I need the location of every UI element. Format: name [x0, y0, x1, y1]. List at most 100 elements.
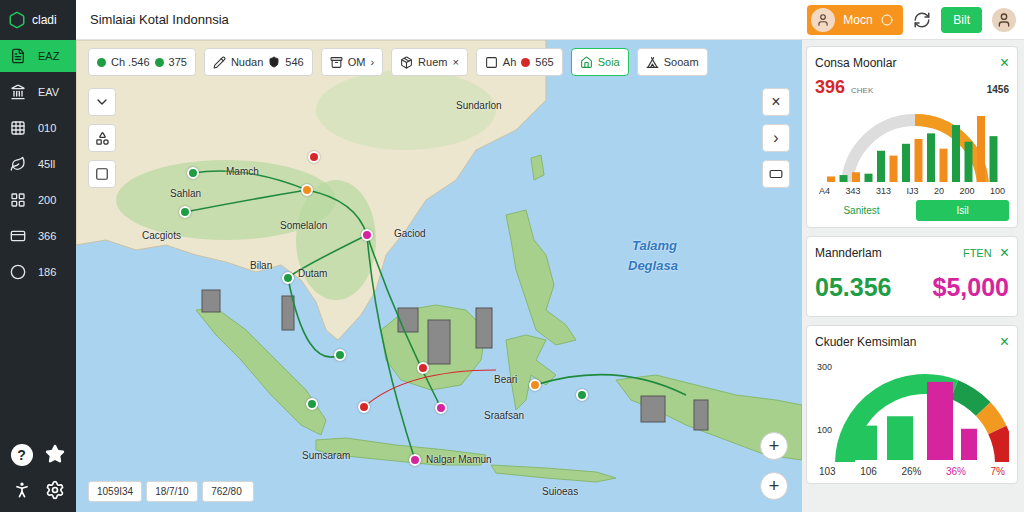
value-left: 396	[815, 77, 845, 98]
summary-values: 05.356$5,000	[815, 267, 1009, 310]
map-pin[interactable]	[529, 379, 541, 391]
chip-trail[interactable]: ›	[370, 56, 374, 68]
landmark-building	[694, 400, 708, 430]
sidebar-item-label: 366	[38, 230, 56, 242]
axis-label: 343	[845, 186, 860, 196]
map-pin[interactable]	[576, 389, 588, 401]
map-filter-chip[interactable]: Ch .546 375	[88, 48, 196, 76]
map-pin[interactable]	[361, 229, 373, 241]
map-filter-chip[interactable]: Ah565	[476, 48, 563, 76]
map-label: Talamg	[632, 238, 677, 253]
sidebar-item[interactable]: EAZ	[0, 40, 76, 72]
route-line	[364, 370, 496, 407]
route-line	[367, 235, 415, 460]
shield-icon	[268, 56, 280, 68]
card-header: MannderlamFTEN×	[815, 243, 1009, 263]
view-button[interactable]	[762, 160, 790, 188]
map-pin[interactable]	[282, 272, 294, 284]
zoom-button[interactable]: +	[760, 472, 788, 500]
close-button[interactable]: ×	[1000, 55, 1009, 71]
monitor-buttons: Sanitest Isil	[815, 200, 1009, 221]
chip-trail[interactable]: ×	[452, 56, 458, 68]
sidebar-item[interactable]: EAV	[0, 76, 76, 108]
sidebar-item[interactable]: 366	[0, 220, 76, 252]
window-title: Simlaiai Kotal Indonnsia	[90, 12, 797, 27]
map-filter-chip[interactable]: Nudan 546	[204, 48, 313, 76]
profile-avatar[interactable]	[992, 8, 1016, 32]
status-chart: 300100	[815, 356, 1009, 462]
next-button[interactable]: ›	[762, 124, 790, 152]
map-label: Deglasa	[628, 258, 678, 273]
chip-label: Sooam	[664, 56, 699, 68]
map-drawing[interactable]	[76, 40, 802, 512]
coordinate-field[interactable]: 1059I34	[88, 481, 142, 502]
map-right-controls: ×›	[762, 88, 790, 188]
logo-text: cladi	[32, 13, 57, 27]
user-button[interactable]: Mocn	[807, 5, 903, 35]
map-pin[interactable]	[301, 184, 313, 196]
refresh-icon[interactable]	[913, 11, 931, 29]
collapse-button[interactable]	[88, 88, 116, 116]
status-dot-icon	[97, 58, 106, 67]
action-button[interactable]: Bilt	[941, 7, 982, 33]
map-pin[interactable]	[334, 349, 346, 361]
map-pin[interactable]	[409, 454, 421, 466]
map-filter-chip[interactable]: OM ›	[321, 48, 383, 76]
card-title: Consa Moonlar	[815, 56, 992, 70]
zoom-button[interactable]: +	[760, 432, 788, 460]
gauge-track	[847, 120, 983, 182]
chart-bar	[865, 174, 873, 182]
close-button[interactable]: ×	[1000, 334, 1009, 350]
panel-button[interactable]: Isil	[916, 200, 1009, 221]
map-pin[interactable]	[358, 401, 370, 413]
page-button[interactable]	[88, 160, 116, 188]
coordinate-field[interactable]: 18/7/10	[146, 481, 198, 502]
gear-icon[interactable]	[45, 480, 65, 500]
map[interactable]: SundarlonMamchSahlanCacgiotsSomelalonGac…	[76, 40, 802, 512]
sidebar-item-icon	[10, 120, 26, 136]
map-pin[interactable]	[179, 206, 191, 218]
map-label: Sumsaram	[302, 450, 350, 461]
person-icon[interactable]	[12, 480, 32, 500]
island	[381, 305, 486, 390]
star-icon[interactable]	[45, 444, 65, 464]
chart-bar	[990, 136, 998, 182]
coordinate-field[interactable]: 762/80	[202, 481, 254, 502]
map-pin[interactable]	[306, 398, 318, 410]
sidebar-item[interactable]: 200	[0, 184, 76, 216]
close-button[interactable]: ×	[762, 88, 790, 116]
archive-icon	[330, 56, 343, 69]
package-icon	[400, 56, 413, 69]
landmark-building	[282, 296, 294, 330]
chart-bar	[952, 125, 960, 182]
sidebar-item-label: 45ll	[38, 158, 55, 170]
logo[interactable]: cladi	[0, 0, 76, 40]
landmark-building	[641, 396, 665, 422]
map-pin[interactable]	[417, 362, 429, 374]
help-button[interactable]: ?	[11, 444, 33, 466]
map-filter-chip[interactable]: Soia	[571, 48, 629, 76]
map-pin[interactable]	[435, 402, 447, 414]
sidebar-item[interactable]: 45ll	[0, 148, 76, 180]
map-label: Cacgiots	[142, 230, 181, 241]
axis-label: 100	[990, 186, 1005, 196]
sidebar-item[interactable]: 010	[0, 112, 76, 144]
status-card: Ckuder Kemsimlan×30010010310626%36%7%	[806, 325, 1018, 484]
chart-bar	[965, 142, 973, 182]
map-pin[interactable]	[308, 151, 320, 163]
chip-label: OM	[348, 56, 366, 68]
close-button[interactable]: ×	[1000, 245, 1009, 261]
chip-value: 375	[169, 56, 187, 68]
sidebar-item[interactable]: 186	[0, 256, 76, 288]
panel-button[interactable]: Sanitest	[815, 200, 908, 221]
chip-label: Ch .546	[111, 56, 150, 68]
map-filter-chip[interactable]: Ruem×	[391, 48, 468, 76]
map-pin[interactable]	[187, 167, 199, 179]
island	[616, 375, 802, 460]
chip-label: Nudan	[231, 56, 263, 68]
card-title: Mannderlam	[815, 246, 955, 260]
layers-button[interactable]	[88, 124, 116, 152]
sidebar-item-label: EAZ	[38, 50, 59, 62]
chip-value: 546	[285, 56, 303, 68]
map-filter-chip[interactable]: Sooam	[637, 48, 708, 76]
